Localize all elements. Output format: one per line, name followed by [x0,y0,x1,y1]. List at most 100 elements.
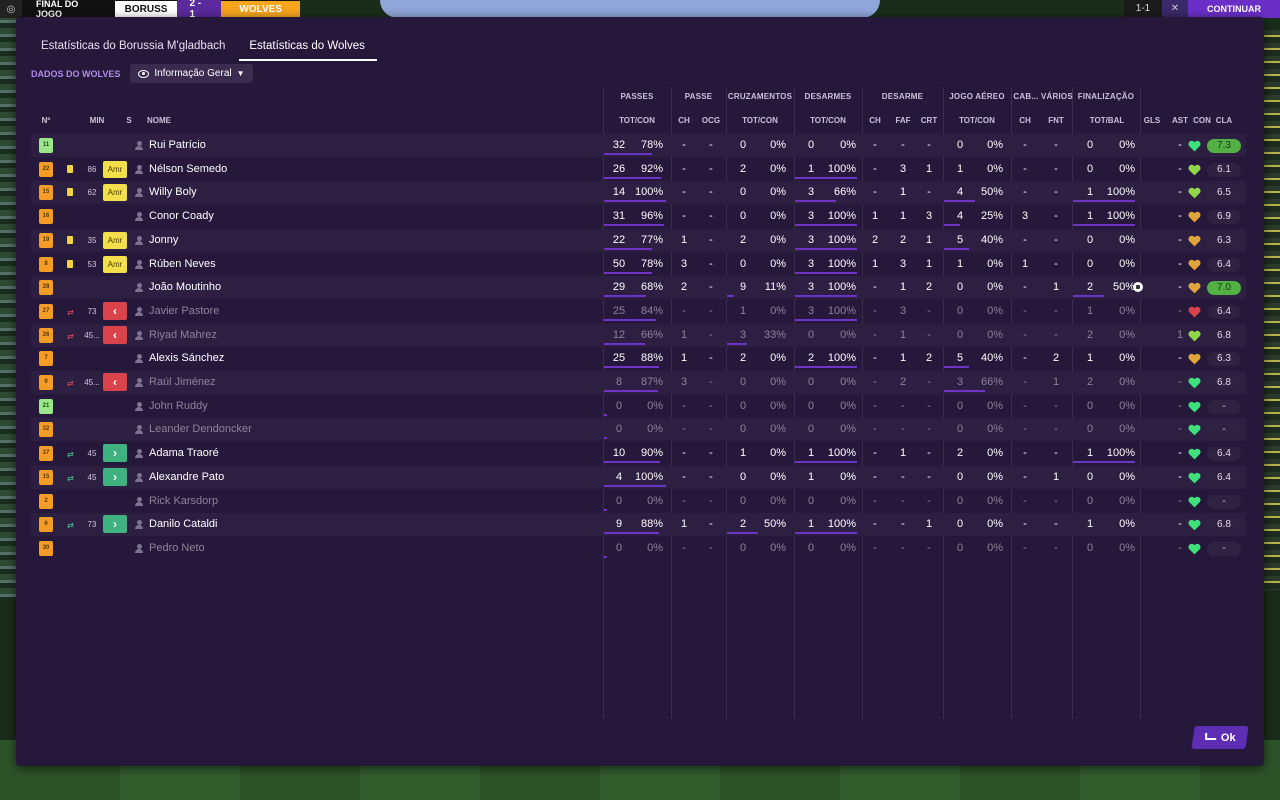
player-name[interactable]: Conor Coady [149,205,214,228]
player-name[interactable]: Alexis Sánchez [149,347,224,370]
player-profile-icon[interactable] [135,235,143,245]
player-name[interactable]: Rick Karsdorp [149,490,218,513]
column-header-passes[interactable]: TOT/CON [611,116,663,125]
table-row[interactable]: 6 ⇄ 73 › Danilo Cataldi 9 88% 1-2 50% 1 100% - -1 0 0%… [31,513,1246,537]
player-profile-icon[interactable] [135,212,143,222]
player-name[interactable]: Leander Dendoncker [149,418,252,441]
column-header-name[interactable]: NOME [147,116,207,125]
column-header-con[interactable]: CON [1191,116,1213,125]
column-header-passe-ch[interactable]: CH [676,116,692,125]
player-name[interactable]: Javier Pastore [149,300,219,323]
shots-pct: 0% [1119,541,1135,554]
table-row[interactable]: 7 Alexis Sánchez 25 88% 1-2 0% 2 100% -1 2 5 40% -2 1… [31,347,1246,370]
player-profile-icon[interactable] [135,141,143,150]
ok-label: Ok [1220,731,1236,744]
player-name[interactable]: John Ruddy [149,395,208,418]
player-profile-icon[interactable] [135,401,143,411]
player-profile-icon[interactable] [135,188,143,198]
table-row[interactable]: 9 ⇄ 45... ‹ Raúl Jiménez 8 87% 3-0 0% 0 0% -2-3 66% -… [31,371,1246,394]
player-name[interactable]: João Moutinho [149,276,221,299]
player-profile-icon[interactable] [135,330,143,340]
tab-borussia-stats[interactable]: Estatísticas do Borussia M'gladbach [41,36,237,61]
column-header-cla[interactable]: CLA [1211,116,1237,125]
condition-heart-icon [1188,330,1201,342]
player-name[interactable]: Jonny [149,229,178,252]
player-profile-icon[interactable] [135,449,143,459]
player-name[interactable]: Riyad Mahrez [149,324,217,347]
player-profile-icon[interactable] [135,425,143,435]
player-name[interactable]: Danilo Cataldi [149,513,217,536]
column-header-ast[interactable]: AST [1169,116,1191,125]
tab-wolves-stats[interactable]: Estatísticas do Wolves [239,36,377,61]
table-row[interactable]: 37 ⇄ 45 › Adama Traoré 10 90% - -1 0% 1 100% -1-2 0% -… [31,442,1246,465]
group-header: JOGO AÉREO [949,92,1005,101]
column-header-cab-ch[interactable]: CH [1017,116,1033,125]
player-name[interactable]: Rúben Neves [149,253,216,276]
table-row[interactable]: 19 35 Amr Jonny 22 77% 1-2 0% 3 100% 2 2 1 5 40% - -0 0% -… [31,228,1246,252]
crosses-total: 0 [739,399,747,412]
passe-ocg: - [709,281,713,294]
tackles-pct: 0% [840,399,856,412]
player-profile-icon[interactable] [135,543,143,553]
player-name[interactable]: Adama Traoré [149,442,219,465]
table-row[interactable]: 11 Rui Patrício 32 78% - -0 0% 0 0% - - -0 0% - -0 0% -7… [31,134,1246,157]
player-profile-icon[interactable] [135,164,143,174]
tackles-total: 0 [807,423,815,436]
player-profile-icon[interactable] [135,472,143,482]
view-dropdown[interactable]: Informação Geral ▼ [130,64,253,83]
player-profile-icon[interactable] [135,496,143,506]
player-name[interactable]: Raúl Jiménez [149,371,216,394]
column-header-passe-ocg[interactable]: OCG [699,116,723,125]
shots-pct: 0% [1119,494,1135,507]
aerial-total: 2 [956,447,964,460]
table-row[interactable]: 15 62 Amr Willy Boly 14 100% - -0 0% 3 66% -1-4 50% -… [31,181,1246,205]
player-profile-icon[interactable] [135,283,143,293]
column-header-min[interactable]: MIN [83,116,111,125]
column-header-var-fnt[interactable]: FNT [1045,116,1067,125]
column-header-cruz[interactable]: TOT/CON [734,116,786,125]
column-header-des-crt[interactable]: CRT [919,116,939,125]
tackle-ch: - [873,162,877,175]
player-name[interactable]: Nélson Semedo [149,158,227,181]
shirt-icon: 9 [39,375,53,390]
player-profile-icon[interactable] [135,306,143,316]
player-profile-icon[interactable] [135,520,143,530]
shirt-icon: 30 [39,540,53,556]
player-name[interactable]: Pedro Neto [149,537,205,560]
table-row[interactable]: 32 Leander Dendoncker 0 0% - - 0 0% 0 0% - - - 0 0% - - 0… [31,418,1246,442]
column-header-des[interactable]: TOT/CON [802,116,854,125]
table-row[interactable]: 21 John Ruddy 0 0% - -0 0% 0 0% - - -0 0% - -0 0% - - [31,395,1246,418]
column-header-s[interactable]: S [121,116,137,125]
table-row[interactable]: 2 Rick Karsdorp 0 0% - -0 0% 0 0% - - -0 0% - -0 0% - - [31,490,1246,513]
player-profile-icon[interactable] [135,259,143,269]
table-row[interactable]: 30 Pedro Neto 0 0% - -0 0% 0 0% - - -0 0% - -0 0% - - [31,537,1246,560]
player-profile-icon[interactable] [135,354,143,364]
table-row[interactable]: 16 Conor Coady 31 96% - -0 0% 3 100% 1 1 3 4 25% 3-1 10… [31,205,1246,228]
table-row[interactable]: 15 ⇄ 45 › Alexandre Pato 4 100% - -0 0% 1 0% - - -0 0% -… [31,465,1246,489]
aerial-total: 0 [956,470,964,483]
table-row[interactable]: 27 ⇄ 73 ‹ Javier Pastore 25 84% - -1 0% 3 100% -3-0 0… [31,300,1246,323]
column-header-fin[interactable]: TOT/BAL [1081,116,1133,125]
table-row[interactable]: 26 ⇄ 45... ‹ Riyad Mahrez 12 66% 1-3 33% 0 0% -1-0 0… [31,323,1246,347]
close-icon[interactable]: ✕ [1162,0,1188,18]
crosses-total: 2 [739,352,747,365]
passes-bar [604,200,666,203]
column-header-aereo[interactable]: TOT/CON [951,116,1003,125]
tackle-ch: - [873,541,877,554]
player-profile-icon[interactable] [135,378,143,387]
minute-cell: 45 [87,449,97,459]
player-name[interactable]: Alexandre Pato [149,466,224,489]
shirt-icon: 11 [39,138,53,153]
table-row[interactable]: 8 53 Amr Rúben Neves 50 78% 3-0 0% 3 100% 1 3 1 1 0% 1-… [31,253,1246,276]
continue-button[interactable]: CONTINUAR [1188,0,1280,18]
column-header-gls[interactable]: GLS [1141,116,1163,125]
table-row[interactable]: 28 João Moutinho 29 68% 2-9 11% 3 100% -1 2 0 0% -1 2… [31,276,1246,300]
column-header-num[interactable]: Nº [39,116,53,125]
ok-button[interactable]: Ok [1191,726,1249,749]
table-row[interactable]: 22 86 Amr Nélson Semedo 26 92% - -2 0% 1 100% -3 1 1 0… [31,158,1246,181]
subbed-on-badge: › [103,467,127,486]
player-name[interactable]: Rui Patrício [149,134,206,157]
column-header-des-ch[interactable]: CH [867,116,883,125]
column-header-des-faf[interactable]: FAF [893,116,913,125]
player-name[interactable]: Willy Boly [149,181,197,204]
